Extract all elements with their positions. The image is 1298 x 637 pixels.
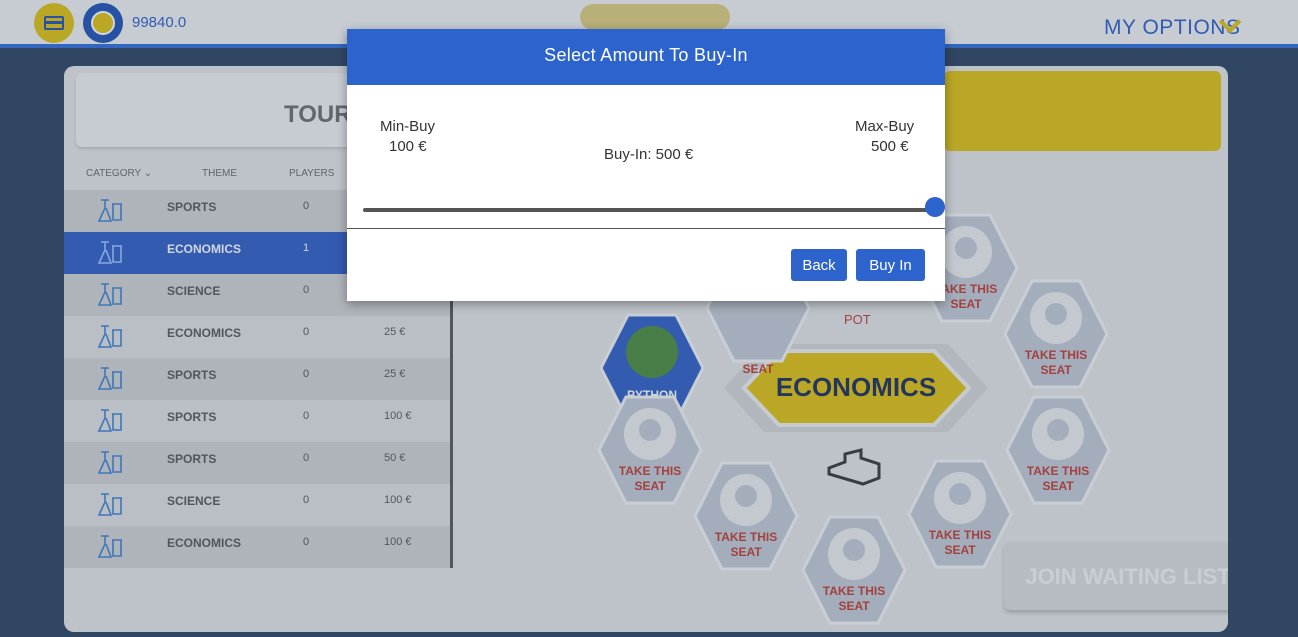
- slider-thumb[interactable]: [925, 197, 945, 217]
- buy-in-amount: Buy-In: 500 €: [604, 146, 694, 163]
- dialog-header: Select Amount To Buy-In: [347, 29, 945, 85]
- dialog-separator: [347, 228, 945, 229]
- dialog-title: Select Amount To Buy-In: [544, 45, 748, 65]
- max-buy-label: Max-Buy: [855, 118, 915, 135]
- buy-in-dialog: Select Amount To Buy-In Min-Buy 100 € Ma…: [347, 29, 945, 301]
- min-buy-value: 100 €: [389, 138, 427, 155]
- max-buy-value: 500 €: [871, 138, 909, 155]
- buy-in-button[interactable]: Buy In: [856, 249, 925, 281]
- back-button[interactable]: Back: [791, 249, 847, 281]
- min-buy-label: Min-Buy: [380, 118, 436, 135]
- buy-in-slider[interactable]: [363, 208, 935, 212]
